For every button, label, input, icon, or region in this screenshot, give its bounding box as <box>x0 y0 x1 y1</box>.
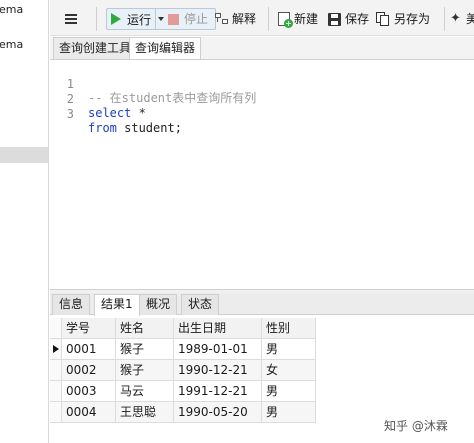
new-button[interactable]: + 新建 <box>278 9 318 29</box>
tab-profile[interactable]: 概况 <box>139 294 178 315</box>
sql-keyword: select <box>88 106 132 120</box>
object-navigator: hema hema <box>0 0 49 443</box>
table-cell[interactable]: 猴子 <box>116 339 174 360</box>
sql-text: student; <box>116 121 182 135</box>
toolbar-separator <box>96 7 97 31</box>
row-gutter <box>50 381 62 402</box>
code-line: 3 from student; <box>50 93 182 135</box>
toolbar-separator <box>444 7 445 31</box>
save-as-label: 另存为 <box>394 12 431 26</box>
save-button[interactable]: 保存 <box>328 9 369 29</box>
table-row[interactable]: 0002 猴子 1990-12-21 女 <box>50 360 316 381</box>
grid-header-row: 学号 姓名 出生日期 性别 <box>50 318 316 339</box>
tab-result-1[interactable]: 结果1 <box>94 294 140 316</box>
explain-button[interactable]: 解释 <box>215 9 256 29</box>
column-header[interactable]: 学号 <box>62 318 116 339</box>
play-icon <box>111 13 121 25</box>
navigator-selected-row[interactable] <box>0 147 48 163</box>
column-header[interactable]: 性别 <box>262 318 316 339</box>
sql-comment: -- 在student表中查询所有列 <box>88 91 257 105</box>
beautify-button[interactable]: ✦ 美 <box>450 9 474 29</box>
query-toolbar: 运行 停止 解释 + 新建 保存 另存为 ✦ 美 <box>50 0 474 36</box>
stop-button[interactable]: 停止 <box>168 9 208 29</box>
current-row-icon <box>53 345 59 353</box>
table-cell[interactable]: 1990-12-21 <box>174 360 262 381</box>
save-label: 保存 <box>345 12 370 26</box>
save-as-icon <box>376 12 390 26</box>
table-cell[interactable]: 0001 <box>62 339 116 360</box>
table-cell[interactable]: 马云 <box>116 381 174 402</box>
menu-button[interactable] <box>58 9 84 29</box>
navigator-item[interactable]: hema <box>0 37 48 53</box>
table-row[interactable]: 0004 王思聪 1990-05-20 男 <box>50 402 316 423</box>
save-as-button[interactable]: 另存为 <box>376 9 430 29</box>
stop-icon <box>168 13 179 25</box>
row-gutter <box>50 402 62 423</box>
run-button[interactable]: 运行 <box>111 10 151 28</box>
magic-wand-icon: ✦ <box>450 11 461 26</box>
column-header[interactable]: 出生日期 <box>174 318 262 339</box>
table-cell[interactable]: 男 <box>262 402 316 423</box>
table-cell[interactable]: 男 <box>262 339 316 360</box>
table-cell[interactable]: 1989-01-01 <box>174 339 262 360</box>
tab-query-editor[interactable]: 查询编辑器 <box>129 37 202 60</box>
run-label: 运行 <box>127 12 152 27</box>
save-icon <box>328 12 341 26</box>
table-cell[interactable]: 1990-05-20 <box>174 402 262 423</box>
run-dropdown-button[interactable] <box>155 9 165 29</box>
tab-info[interactable]: 信息 <box>52 294 91 315</box>
stop-label: 停止 <box>184 12 209 26</box>
chevron-down-icon <box>157 17 164 21</box>
editor-tabbar: 查询创建工具 查询编辑器 <box>50 37 474 60</box>
explain-icon <box>215 13 229 25</box>
tab-query-builder[interactable]: 查询创建工具 <box>53 37 138 59</box>
row-gutter <box>50 318 62 339</box>
table-cell[interactable]: 0003 <box>62 381 116 402</box>
hamburger-icon <box>65 14 77 24</box>
table-cell[interactable]: 王思聪 <box>116 402 174 423</box>
table-cell[interactable]: 猴子 <box>116 360 174 381</box>
watermark-text: 知乎 @沐霖 <box>384 419 448 433</box>
toolbar-separator <box>268 7 269 31</box>
explain-label: 解释 <box>232 12 257 26</box>
tab-status[interactable]: 状态 <box>181 294 220 315</box>
code-line: 1 -- 在student表中查询所有列 <box>50 63 256 105</box>
row-gutter <box>50 360 62 381</box>
row-gutter <box>50 339 62 360</box>
new-label: 新建 <box>294 12 319 26</box>
table-cell[interactable]: 0002 <box>62 360 116 381</box>
sql-text: * <box>131 106 146 120</box>
sql-keyword: from <box>88 121 117 135</box>
table-row[interactable]: 0001 猴子 1989-01-01 男 <box>50 339 316 360</box>
table-row[interactable]: 0003 马云 1991-12-21 男 <box>50 381 316 402</box>
result-tabbar: 信息 结果1 概况 状态 <box>50 293 474 316</box>
beautify-label: 美 <box>466 12 474 26</box>
code-line: 2 select * <box>50 78 146 120</box>
line-number: 3 <box>66 107 74 121</box>
new-file-icon: + <box>278 12 293 28</box>
navigator-item[interactable]: hema <box>0 2 48 18</box>
sql-editor[interactable]: 1 -- 在student表中查询所有列 2 select * 3 from s… <box>50 59 474 289</box>
column-header[interactable]: 姓名 <box>116 318 174 339</box>
table-cell[interactable]: 1991-12-21 <box>174 381 262 402</box>
table-cell[interactable]: 0004 <box>62 402 116 423</box>
table-cell[interactable]: 男 <box>262 381 316 402</box>
table-cell[interactable]: 女 <box>262 360 316 381</box>
